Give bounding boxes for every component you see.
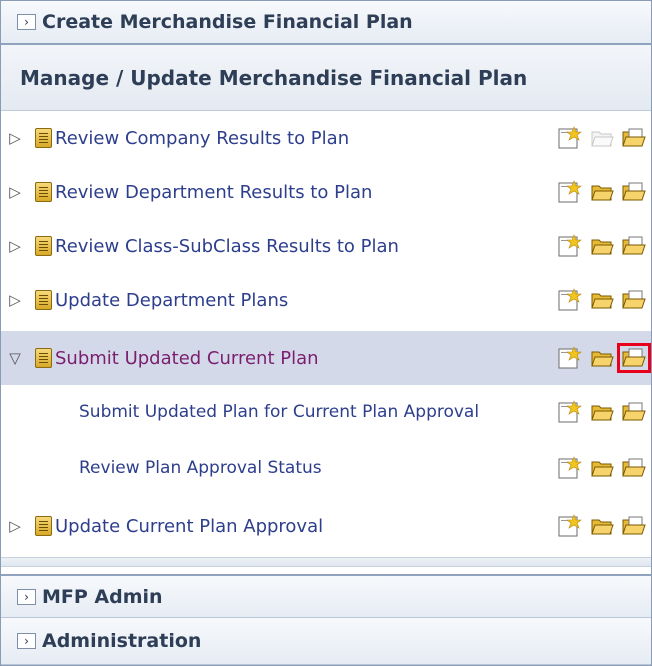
collapsed-triangle-icon[interactable]: ▷ xyxy=(7,291,23,309)
task-row-review-company[interactable]: ▷ Review Company Results to Plan xyxy=(1,111,651,165)
expand-chevron-icon[interactable]: › xyxy=(17,633,36,649)
open-folder-alt-icon[interactable] xyxy=(619,287,649,313)
open-folder-icon[interactable] xyxy=(587,455,617,481)
new-document-icon[interactable] xyxy=(555,287,585,313)
task-icon xyxy=(35,516,52,536)
open-folder-icon[interactable] xyxy=(587,399,617,425)
new-document-icon[interactable] xyxy=(555,513,585,539)
row-actions xyxy=(555,111,651,165)
task-label[interactable]: Review Company Results to Plan xyxy=(55,128,349,149)
task-icon xyxy=(35,348,52,368)
open-folder-icon[interactable] xyxy=(587,345,617,371)
task-label[interactable]: Update Current Plan Approval xyxy=(55,516,323,537)
open-folder-icon[interactable] xyxy=(587,513,617,539)
open-folder-icon[interactable] xyxy=(587,179,617,205)
expand-chevron-icon[interactable]: › xyxy=(17,588,36,605)
open-folder-icon[interactable] xyxy=(587,233,617,259)
task-label[interactable]: Review Department Results to Plan xyxy=(55,182,372,203)
collapsed-triangle-icon[interactable]: ▷ xyxy=(7,129,23,147)
task-icon xyxy=(35,182,52,202)
open-folder-alt-icon[interactable] xyxy=(619,233,649,259)
row-actions xyxy=(555,385,651,439)
new-document-icon[interactable] xyxy=(555,455,585,481)
row-actions xyxy=(555,165,651,219)
tile-administration[interactable]: › Administration xyxy=(1,618,651,665)
task-row-update-current-plan-approval[interactable]: ▷ Update Current Plan Approval xyxy=(1,499,651,553)
row-actions xyxy=(555,273,651,327)
open-folder-icon[interactable] xyxy=(587,287,617,313)
expanded-triangle-icon[interactable]: ▽ xyxy=(7,349,23,367)
task-label[interactable]: Review Class-SubClass Results to Plan xyxy=(55,236,399,257)
collapsed-triangle-icon[interactable]: ▷ xyxy=(7,183,23,201)
collapsed-triangle-icon[interactable]: ▷ xyxy=(7,517,23,535)
row-actions xyxy=(555,441,651,495)
open-folder-alt-icon[interactable] xyxy=(619,513,649,539)
task-icon xyxy=(35,290,52,310)
task-row-review-department[interactable]: ▷ Review Department Results to Plan xyxy=(1,165,651,219)
new-document-icon[interactable] xyxy=(555,345,585,371)
task-label[interactable]: Update Department Plans xyxy=(55,290,288,311)
tile-mfp-admin[interactable]: › MFP Admin xyxy=(1,574,651,618)
new-document-icon[interactable] xyxy=(555,125,585,151)
new-document-icon[interactable] xyxy=(555,399,585,425)
section-header-manage-update: Manage / Update Merchandise Financial Pl… xyxy=(1,45,651,111)
open-folder-disabled-icon xyxy=(587,125,617,151)
tile-title: Administration xyxy=(42,630,202,652)
collapsed-triangle-icon[interactable]: ▷ xyxy=(7,237,23,255)
tile-create-mfp[interactable]: › Create Merchandise Financial Plan xyxy=(1,1,651,45)
open-folder-alt-icon[interactable] xyxy=(619,455,649,481)
open-folder-alt-icon-highlighted[interactable] xyxy=(617,343,651,373)
task-list-panel: › Create Merchandise Financial Plan Mana… xyxy=(0,0,652,666)
row-actions xyxy=(555,499,651,553)
task-row-update-department-plans[interactable]: ▷ Update Department Plans xyxy=(1,273,651,327)
tile-title: Create Merchandise Financial Plan xyxy=(42,11,413,33)
task-row-review-class-subclass[interactable]: ▷ Review Class-SubClass Results to Plan xyxy=(1,219,651,273)
tile-title: MFP Admin xyxy=(42,585,163,608)
open-folder-alt-icon[interactable] xyxy=(619,399,649,425)
new-document-icon[interactable] xyxy=(555,179,585,205)
open-folder-alt-icon[interactable] xyxy=(619,179,649,205)
task-icon xyxy=(35,128,52,148)
subtask-label[interactable]: Review Plan Approval Status xyxy=(79,458,322,478)
task-label[interactable]: Submit Updated Current Plan xyxy=(55,348,319,369)
section-divider xyxy=(1,557,651,567)
open-folder-alt-icon[interactable] xyxy=(619,125,649,151)
new-document-icon[interactable] xyxy=(555,233,585,259)
subtask-row-review-approval-status[interactable]: Review Plan Approval Status xyxy=(1,441,651,495)
subtask-row-submit-for-approval[interactable]: Submit Updated Plan for Current Plan App… xyxy=(1,385,651,439)
subtask-label[interactable]: Submit Updated Plan for Current Plan App… xyxy=(79,402,479,422)
row-actions xyxy=(555,219,651,273)
row-actions xyxy=(555,331,651,385)
task-row-submit-updated-current-plan[interactable]: ▽ Submit Updated Current Plan xyxy=(1,331,651,385)
expand-chevron-icon[interactable]: › xyxy=(17,14,36,30)
task-icon xyxy=(35,236,52,256)
